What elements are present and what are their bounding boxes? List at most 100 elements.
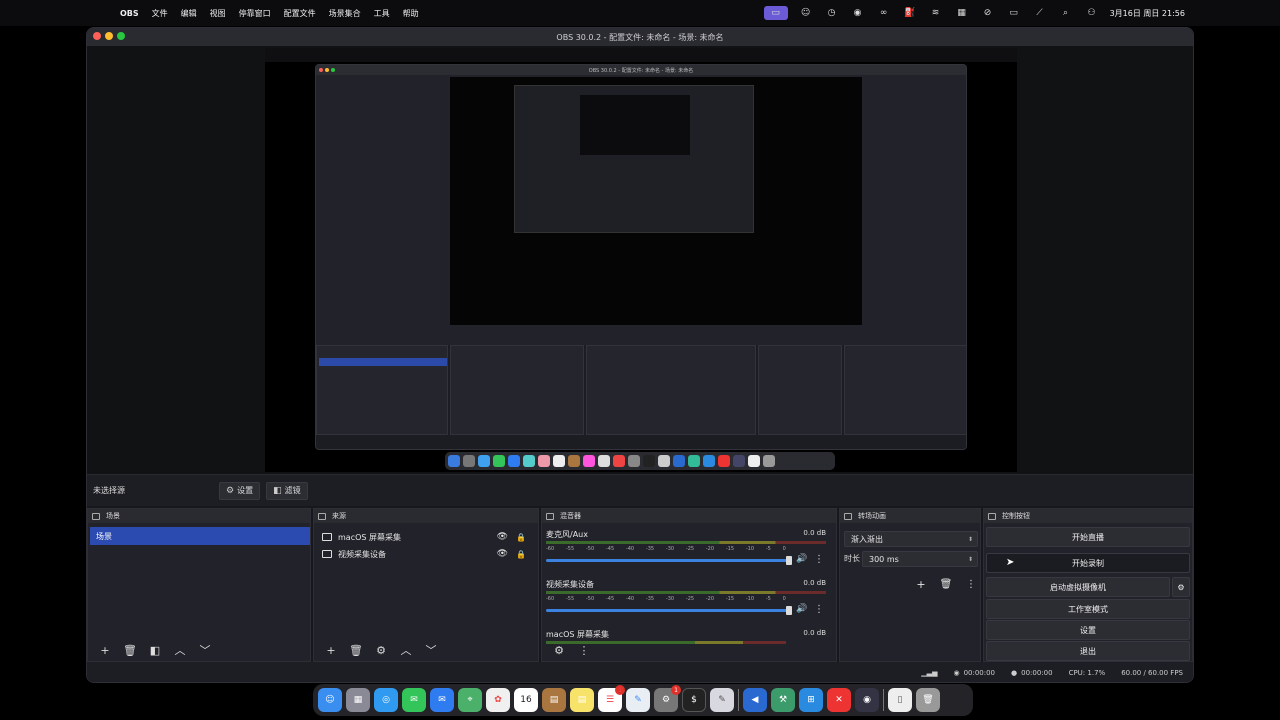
notes-brown-icon[interactable]: ▤ xyxy=(542,688,566,712)
start-recording-button[interactable]: 开始录制 xyxy=(986,553,1190,573)
volume-slider[interactable] xyxy=(546,609,790,612)
volume-slider-handle[interactable] xyxy=(786,556,792,565)
transition-select[interactable]: 渐入渐出 ⬍ xyxy=(844,531,978,547)
mixer-settings-icon[interactable]: ⚙ xyxy=(548,641,570,659)
vscode-icon[interactable]: ◀ xyxy=(743,688,767,712)
control-center-icon[interactable]: ⚇ xyxy=(1084,7,1100,19)
volume-slider-handle[interactable] xyxy=(786,606,792,615)
status-bar: ▁▃▅ ◉ 00:00:00 ● 00:00:00 CPU: 1.7% 60.0… xyxy=(87,662,1193,682)
maps-icon[interactable]: ⌖ xyxy=(458,688,482,712)
menu-scene-collection[interactable]: 场景集合 xyxy=(329,8,361,19)
freeform-icon[interactable]: ✎ xyxy=(626,688,650,712)
obs-dock-icon[interactable]: ◉ xyxy=(855,688,879,712)
system-settings-icon[interactable]: ⚙ 1 xyxy=(654,685,681,712)
close-window-icon[interactable] xyxy=(93,32,101,40)
scene-filters-icon[interactable]: ◧ xyxy=(144,641,166,659)
more-options-icon[interactable]: ⋮ xyxy=(814,554,824,565)
lock-icon[interactable]: 🔒 xyxy=(516,550,526,559)
fuel-icon[interactable]: ⛽ xyxy=(902,7,918,19)
remove-transition-icon[interactable]: 🗑 xyxy=(935,575,957,593)
menu-file[interactable]: 文件 xyxy=(152,8,168,19)
gear-icon: ⚙ xyxy=(226,485,235,496)
grid-icon[interactable]: ▦ xyxy=(954,7,970,19)
virtual-camera-settings-icon[interactable]: ⚙ xyxy=(1172,577,1190,597)
menu-help[interactable]: 帮助 xyxy=(403,8,419,19)
volume-slider[interactable] xyxy=(546,559,790,562)
calendar-icon[interactable]: 16 xyxy=(514,688,538,712)
source-filters-button[interactable]: ◧ 滤镜 xyxy=(266,481,308,500)
start-virtual-camera-button[interactable]: 启动虚拟摄像机 xyxy=(986,577,1170,597)
menu-profile[interactable]: 配置文件 xyxy=(284,8,316,19)
mixer-menu-icon[interactable]: ⋮ xyxy=(573,641,595,659)
studio-mode-button[interactable]: 工作室模式 xyxy=(986,599,1190,619)
menu-docks[interactable]: 停靠窗口 xyxy=(239,8,271,19)
move-source-down-icon[interactable]: ﹀ xyxy=(420,641,442,659)
terminal-icon[interactable]: $ xyxy=(682,688,706,712)
preview-area[interactable]: OBS 30.0.2 - 配置文件: 未命名 - 场景: 未命名 xyxy=(87,46,1193,474)
trash-icon[interactable]: 🗑 xyxy=(916,688,940,712)
speaker-icon[interactable]: 🔊 xyxy=(796,554,807,564)
speaker-icon[interactable]: 🔊 xyxy=(796,604,807,614)
mixer-channel-mic: 麦克风/Aux 0.0 dB -60 -55 -50 -45 -40 -35 -30 -25-… xyxy=(546,529,826,577)
script-editor-icon[interactable]: ✎ xyxy=(710,688,734,712)
menu-tools[interactable]: 工具 xyxy=(374,8,390,19)
photos-icon[interactable]: ✿ xyxy=(486,688,510,712)
preview-canvas[interactable]: OBS 30.0.2 - 配置文件: 未命名 - 场景: 未命名 xyxy=(265,48,1017,472)
source-properties-icon[interactable]: ⚙ xyxy=(370,641,392,659)
remove-scene-icon[interactable]: 🗑 xyxy=(119,641,141,659)
screen-share-icon[interactable]: ▭ xyxy=(763,6,788,20)
move-source-up-icon[interactable]: ︿ xyxy=(395,641,417,659)
safari-icon[interactable]: ◎ xyxy=(374,688,398,712)
apple-icon[interactable] xyxy=(98,7,108,19)
zoom-window-icon[interactable] xyxy=(117,32,125,40)
finder-icon[interactable]: ☺ xyxy=(318,688,342,712)
source-settings-button[interactable]: ⚙ 设置 xyxy=(219,481,261,500)
meta-icon[interactable]: ∞ xyxy=(876,7,892,19)
move-scene-up-icon[interactable]: ︿ xyxy=(169,641,191,659)
menu-app-name[interactable]: OBS xyxy=(120,9,139,18)
menubar-clock[interactable]: 3月16日 周日 21:56 xyxy=(1110,8,1185,19)
source-item-video-capture[interactable]: 视频采集设备 👁 🔒 xyxy=(322,546,532,562)
mail-icon[interactable]: ✉ xyxy=(430,688,454,712)
add-scene-icon[interactable]: + xyxy=(94,641,116,659)
compass-icon[interactable]: ⊘ xyxy=(980,7,996,19)
remove-source-icon[interactable]: 🗑 xyxy=(345,641,367,659)
messages-icon[interactable]: ✉ xyxy=(402,688,426,712)
cat-icon[interactable]: ☺ xyxy=(798,7,814,19)
visibility-eye-icon[interactable]: 👁 xyxy=(497,549,508,559)
add-transition-icon[interactable]: + xyxy=(910,575,932,593)
reminders-icon[interactable]: ☰ 1 xyxy=(598,685,625,712)
lock-icon[interactable]: 🔒 xyxy=(516,533,526,542)
obs-window: OBS 30.0.2 - 配置文件: 未命名 - 场景: 未命名 OBS 30.… xyxy=(86,27,1194,683)
menu-edit[interactable]: 编辑 xyxy=(181,8,197,19)
document-icon[interactable]: ▯ xyxy=(888,688,912,712)
filter-icon: ◧ xyxy=(273,485,282,496)
xmind-icon[interactable]: ✕ xyxy=(827,688,851,712)
source-item-screen-capture[interactable]: macOS 屏幕采集 👁 🔒 xyxy=(322,529,532,545)
duration-spinbox[interactable]: 300 ms ⬍ xyxy=(862,551,978,567)
wifi-off-icon[interactable]: ⟋ xyxy=(1032,7,1048,19)
menu-view[interactable]: 视图 xyxy=(210,8,226,19)
xcode-tool-icon[interactable]: ⚒ xyxy=(771,688,795,712)
channel-name: 麦克风/Aux xyxy=(546,530,588,539)
add-source-icon[interactable]: + xyxy=(320,641,342,659)
scenes-dock-footer: + 🗑 ◧ ︿ ﹀ xyxy=(88,639,310,661)
dock-icon xyxy=(546,512,554,520)
notes-icon[interactable]: ▤ xyxy=(570,688,594,712)
move-scene-down-icon[interactable]: ﹀ xyxy=(194,641,216,659)
signal-icon[interactable]: ≋ xyxy=(928,7,944,19)
minimize-window-icon[interactable] xyxy=(105,32,113,40)
start-streaming-button[interactable]: 开始直播 xyxy=(986,527,1190,547)
windows-app-icon[interactable]: ⊞ xyxy=(799,688,823,712)
launchpad-icon[interactable]: ▦ xyxy=(346,688,370,712)
search-icon[interactable]: ⌕ xyxy=(1058,7,1074,19)
obs-icon[interactable]: ◉ xyxy=(850,7,866,19)
battery-icon[interactable]: ▭ xyxy=(1006,7,1022,19)
visibility-eye-icon[interactable]: 👁 xyxy=(497,532,508,542)
more-options-icon[interactable]: ⋮ xyxy=(814,604,824,615)
scene-list-item[interactable]: 场景 xyxy=(90,527,310,545)
transition-menu-icon[interactable]: ⋮ xyxy=(960,575,982,593)
settings-button[interactable]: 设置 xyxy=(986,620,1190,640)
exit-button[interactable]: 退出 xyxy=(986,641,1190,661)
stopwatch-icon[interactable]: ◷ xyxy=(824,7,840,19)
